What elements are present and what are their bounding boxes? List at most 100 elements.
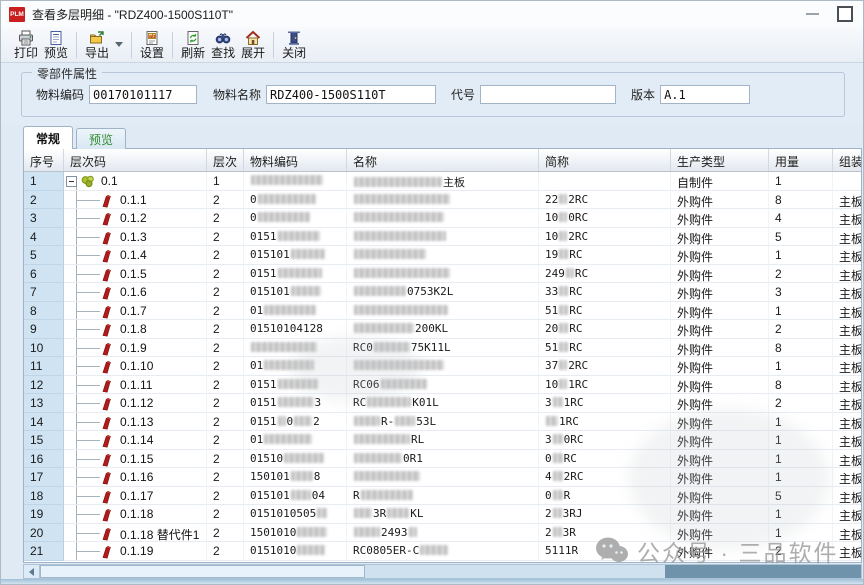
assembly-icon — [81, 175, 95, 188]
table-row[interactable]: 80.1.720151RC外购件1主板 — [24, 302, 861, 321]
column-header-9[interactable]: 组装位 — [833, 149, 862, 171]
cell-assembly-position: 主板 — [833, 302, 862, 321]
刷新-button[interactable]: 刷新 — [178, 29, 208, 61]
column-header-4[interactable]: 物料编码 — [244, 149, 347, 171]
column-header-8[interactable]: 用量 — [769, 149, 833, 171]
cell-name — [347, 265, 539, 284]
maximize-button[interactable] — [837, 6, 853, 22]
cell-quantity: 1 — [769, 172, 833, 191]
scroll-left-button[interactable] — [24, 565, 40, 578]
window-title: 查看多层明细 - "RDZ400-1500S110T" — [32, 6, 233, 23]
cell-text: 3R — [563, 526, 576, 539]
minimize-button[interactable] — [806, 13, 819, 15]
cell-abbr: 372RC — [539, 357, 671, 376]
tree-branch-line — [76, 329, 100, 330]
cell-text: 5111R — [545, 544, 578, 557]
part-icon — [99, 211, 113, 226]
table-row[interactable]: 130.1.12201513RCK01L31RC外购件2主板 — [24, 394, 861, 413]
cell-text: R- — [381, 415, 394, 428]
table-row[interactable]: 190.1.18201510105053RKL23RJ外购件1主板 — [24, 505, 861, 524]
cell-assembly-position: 主板 — [833, 505, 862, 524]
cell-text: 2RC — [568, 359, 588, 372]
table-row[interactable]: 170.1.162150101842RC外购件1主板 — [24, 468, 861, 487]
cell-text: 51 — [545, 304, 558, 317]
tab-预览[interactable]: 预览 — [76, 128, 126, 149]
cell-level: 2 — [207, 191, 244, 210]
cell-production-type: 外购件 — [671, 191, 769, 210]
cell-abbr: 100RC — [539, 209, 671, 228]
part-icon — [99, 433, 113, 448]
redacted-block — [278, 379, 318, 389]
打印-button[interactable]: 打印 — [11, 29, 41, 61]
tab-常规[interactable]: 常规 — [23, 126, 73, 149]
column-header-3[interactable]: 层次 — [207, 149, 244, 171]
field-label: 物料编码 — [36, 86, 84, 103]
table-row[interactable]: 120.1.1120151RC06101RC外购件8主板 — [24, 376, 861, 395]
tree-collapse-icon[interactable] — [66, 176, 77, 187]
设置-button[interactable]: ab设置 — [137, 29, 167, 61]
cell-quantity: 4 — [769, 209, 833, 228]
table-row[interactable]: 100.1.92RC075K11L51RC外购件8主板 — [24, 339, 861, 358]
table-row[interactable]: 10.11主板自制件1 — [24, 172, 861, 191]
cell-abbr: 19RC — [539, 246, 671, 265]
column-header-5[interactable]: 名称 — [347, 149, 539, 171]
settings-icon: ab — [144, 30, 160, 46]
cell-quantity: 1 — [769, 505, 833, 524]
cell-abbr: 42RC — [539, 468, 671, 487]
tree-branch-line — [76, 496, 100, 497]
版本-input[interactable] — [660, 85, 750, 104]
tree-branch-line — [76, 422, 100, 423]
物料名称-input[interactable] — [266, 85, 436, 104]
导出-button[interactable]: 导出 — [82, 29, 112, 61]
export-dropdown-arrow-icon[interactable] — [115, 42, 123, 47]
toolbar-group: 刷新查找展开 — [178, 29, 268, 61]
代号-input[interactable] — [480, 85, 616, 104]
cell-text: 2RC — [564, 470, 584, 483]
table-row[interactable]: 30.1.220100RC外购件4主板 — [24, 209, 861, 228]
cell-text: 015101 — [250, 285, 290, 298]
part-icon — [99, 526, 113, 541]
cell-seq: 19 — [24, 505, 64, 524]
redacted-block — [553, 434, 563, 444]
table-row[interactable]: 20.1.120222RC外购件8主板 — [24, 191, 861, 210]
cell-seq: 6 — [24, 265, 64, 284]
cell-level: 2 — [207, 487, 244, 506]
toolbar-button-label: 展开 — [241, 47, 265, 59]
table-row[interactable]: 70.1.620151010753K2L33RC外购件3主板 — [24, 283, 861, 302]
scrollbar-thumb[interactable] — [40, 565, 365, 578]
table-row[interactable]: 50.1.4201510119RC外购件1主板 — [24, 246, 861, 265]
cell-text: 01510 — [250, 452, 283, 465]
cell-text: 0151 — [250, 267, 277, 280]
cell-text: 200KL — [415, 322, 448, 335]
cell-assembly-position: 主板 — [833, 468, 862, 487]
cell-text: 53L — [416, 415, 436, 428]
table-row[interactable]: 60.1.520151249RC外购件2主板 — [24, 265, 861, 284]
物料编码-input[interactable] — [89, 85, 197, 104]
table-row[interactable]: 150.1.14201RL30RC外购件1主板 — [24, 431, 861, 450]
redacted-block — [251, 175, 323, 185]
toolbar-button-label: 刷新 — [181, 47, 205, 59]
table-row[interactable]: 110.1.10201372RC外购件1主板 — [24, 357, 861, 376]
关闭-button[interactable]: 关闭 — [279, 29, 309, 61]
预览-button[interactable]: 预览 — [41, 29, 71, 61]
table-row[interactable]: 180.1.17201510104R0R外购件5主板 — [24, 487, 861, 506]
table-row[interactable]: 140.1.132015102R-53L1RC外购件1主板 — [24, 413, 861, 432]
cell-quantity: 1 — [769, 246, 833, 265]
展开-button[interactable]: 展开 — [238, 29, 268, 61]
redacted-block — [387, 508, 409, 518]
find-icon — [215, 30, 231, 46]
tree-branch-line — [76, 385, 100, 386]
cell-text: 2RC — [568, 230, 588, 243]
cell-text: 3RJ — [563, 507, 583, 520]
table-row[interactable]: 160.1.152015100R10RC外购件1主板 — [24, 450, 861, 469]
column-header-6[interactable]: 简称 — [539, 149, 671, 171]
table-row[interactable]: 90.1.8201510104128200KL20RC外购件2主板 — [24, 320, 861, 339]
查找-button[interactable]: 查找 — [208, 29, 238, 61]
level-code-text: 0.1.9 — [120, 341, 147, 355]
cell-name — [347, 357, 539, 376]
cell-name — [347, 468, 539, 487]
column-header-1[interactable]: 序号 — [24, 149, 64, 171]
table-row[interactable]: 40.1.320151102RC外购件5主板 — [24, 228, 861, 247]
column-header-7[interactable]: 生产类型 — [671, 149, 769, 171]
column-header-2[interactable]: 层次码 — [64, 149, 207, 171]
